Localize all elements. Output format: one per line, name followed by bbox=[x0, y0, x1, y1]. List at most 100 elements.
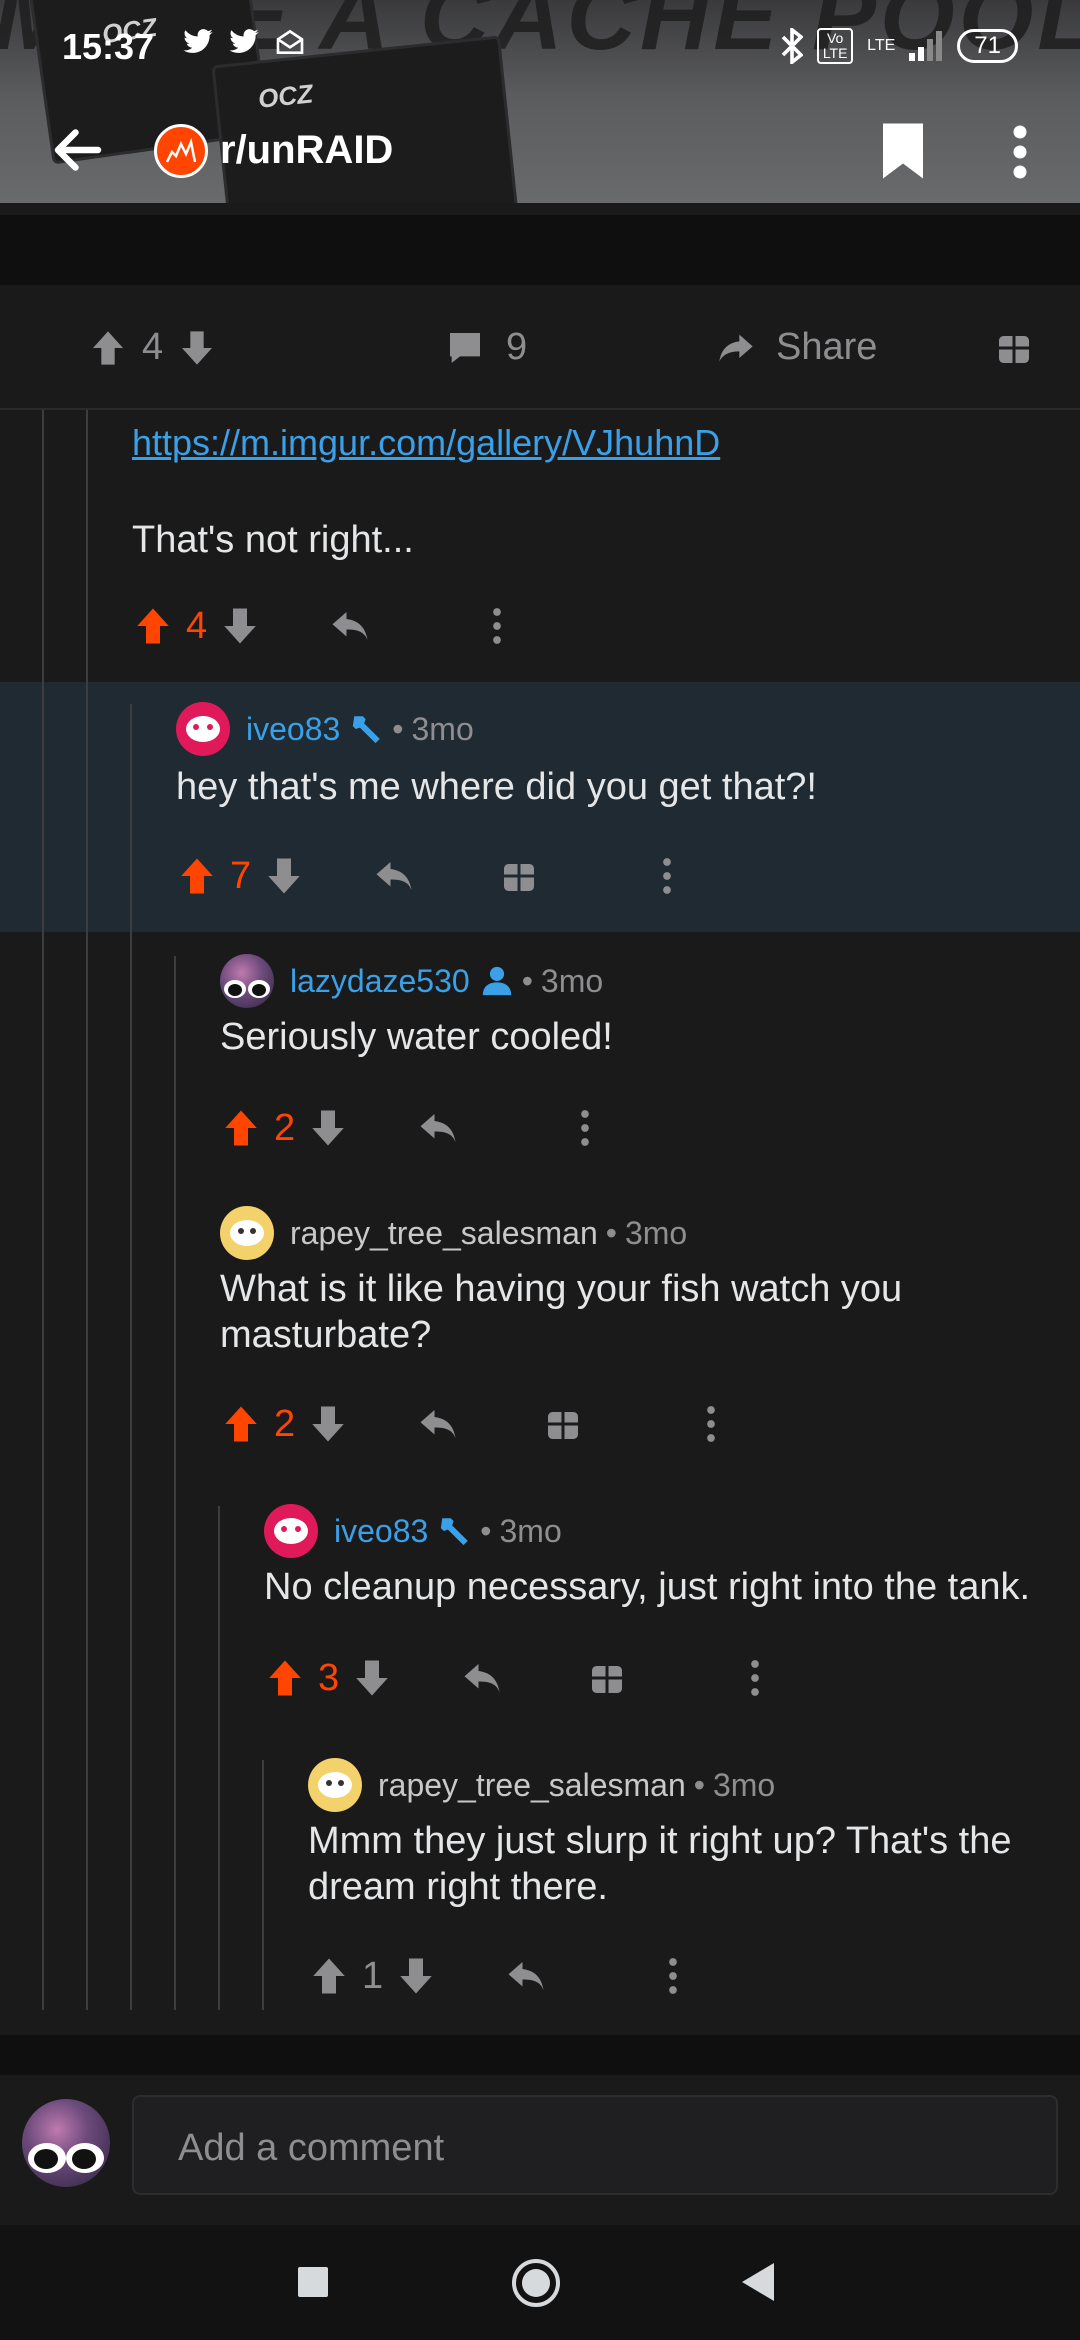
post-comments-button[interactable]: 9 bbox=[444, 285, 527, 410]
upvote-button[interactable] bbox=[264, 1657, 306, 1699]
vote-count: 4 bbox=[186, 604, 208, 647]
comments-thread: https://m.imgur.com/gallery/VJhuhnD That… bbox=[0, 410, 1080, 2035]
more-options-icon[interactable] bbox=[667, 1955, 679, 1997]
avatar[interactable] bbox=[220, 954, 274, 1008]
bluetooth-icon bbox=[781, 28, 804, 64]
thread-line bbox=[130, 704, 132, 2010]
user-icon bbox=[482, 966, 511, 996]
gift-icon[interactable] bbox=[545, 1406, 581, 1442]
comment-username[interactable]: lazydaze530 bbox=[290, 963, 470, 1000]
downvote-button[interactable] bbox=[263, 855, 305, 897]
upvote-button[interactable] bbox=[220, 1107, 262, 1149]
back-button[interactable] bbox=[740, 2261, 776, 2303]
ssd-image-2: OCZ bbox=[211, 35, 519, 215]
reply-icon[interactable] bbox=[417, 1107, 459, 1149]
comment-username[interactable]: rapey_tree_salesman bbox=[290, 1215, 598, 1252]
downvote-button[interactable] bbox=[307, 1107, 349, 1149]
comment-age: 3mo bbox=[712, 1766, 776, 1803]
header-shade bbox=[0, 203, 1080, 215]
downvote-button[interactable] bbox=[395, 1955, 437, 1997]
comment-header: rapey_tree_salesman • 3mo bbox=[308, 1758, 775, 1812]
subreddit-icon[interactable] bbox=[154, 124, 208, 178]
app-header: OR MAKE A CACHE POOL OCZ OCZ 15:37 Vo LT… bbox=[0, 0, 1080, 215]
downvote-button[interactable] bbox=[351, 1657, 393, 1699]
separator bbox=[0, 2035, 1080, 2075]
post-vote-count: 4 bbox=[142, 326, 164, 368]
recents-button[interactable] bbox=[296, 2265, 330, 2299]
reply-icon[interactable] bbox=[461, 1657, 503, 1699]
bookmark-icon[interactable] bbox=[878, 120, 928, 182]
more-options-icon[interactable] bbox=[661, 855, 673, 897]
share-label: Share bbox=[776, 326, 878, 368]
gift-icon[interactable] bbox=[501, 858, 537, 894]
more-options-icon[interactable] bbox=[1000, 122, 1040, 182]
comment-header: iveo83 • 3mo bbox=[176, 702, 474, 756]
comment-actions: 3 bbox=[264, 1648, 761, 1708]
comment-age: 3mo bbox=[540, 962, 604, 999]
separator bbox=[0, 215, 1080, 285]
gift-icon[interactable] bbox=[589, 1660, 625, 1696]
downvote-button[interactable] bbox=[219, 605, 261, 647]
comment-composer: Add a comment bbox=[0, 2075, 1080, 2225]
subreddit-name[interactable]: r/unRAID bbox=[220, 128, 393, 173]
vote-count: 7 bbox=[230, 854, 252, 897]
add-comment-input[interactable]: Add a comment bbox=[132, 2095, 1058, 2195]
notification-icons bbox=[180, 26, 308, 58]
upvote-button[interactable] bbox=[88, 328, 128, 368]
home-button[interactable] bbox=[510, 2257, 562, 2309]
share-icon bbox=[719, 334, 753, 361]
vote-count: 1 bbox=[362, 1954, 384, 1997]
comment-link[interactable]: https://m.imgur.com/gallery/VJhuhnD bbox=[132, 422, 720, 464]
vote-count: 3 bbox=[318, 1656, 340, 1699]
downvote-button[interactable] bbox=[307, 1403, 349, 1445]
reply-icon[interactable] bbox=[417, 1403, 459, 1445]
wrench-icon bbox=[441, 1518, 469, 1546]
lte-label: LTE bbox=[867, 37, 896, 54]
comment-header: iveo83 • 3mo bbox=[264, 1504, 562, 1558]
comment-body: No cleanup necessary, just right into th… bbox=[264, 1566, 1031, 1608]
upvote-button[interactable] bbox=[308, 1955, 350, 1997]
volte-icon: Vo LTE bbox=[817, 28, 854, 64]
avatar[interactable] bbox=[264, 1504, 318, 1558]
twitter-icon bbox=[183, 29, 213, 53]
comment-username[interactable]: iveo83 bbox=[246, 711, 340, 748]
award-button[interactable] bbox=[996, 285, 1032, 410]
chart-icon bbox=[165, 137, 197, 163]
comment-header: rapey_tree_salesman • 3mo bbox=[220, 1206, 687, 1260]
upvote-button[interactable] bbox=[220, 1403, 262, 1445]
wrench-icon bbox=[353, 716, 381, 744]
upvote-button[interactable] bbox=[176, 855, 218, 897]
comment-age: 3mo bbox=[624, 1214, 688, 1251]
thread-line bbox=[86, 410, 88, 2010]
comment-username[interactable]: iveo83 bbox=[334, 1513, 428, 1550]
comment-0: https://m.imgur.com/gallery/VJhuhnD That… bbox=[0, 410, 1080, 680]
reply-icon[interactable] bbox=[373, 855, 415, 897]
user-avatar[interactable] bbox=[22, 2099, 110, 2187]
comment-1: iveo83 • 3mo hey that's me where did you… bbox=[0, 682, 1080, 932]
back-arrow-icon[interactable] bbox=[48, 120, 108, 180]
more-options-icon[interactable] bbox=[749, 1657, 761, 1699]
comment-username[interactable]: rapey_tree_salesman bbox=[378, 1767, 686, 1804]
reply-icon[interactable] bbox=[329, 605, 371, 647]
upvote-button[interactable] bbox=[132, 605, 174, 647]
separator-dot: • bbox=[605, 1214, 617, 1251]
comment-actions: 2 bbox=[220, 1394, 717, 1454]
more-options-icon[interactable] bbox=[705, 1403, 717, 1445]
more-options-icon[interactable] bbox=[579, 1107, 591, 1149]
comment-body: Seriously water cooled! bbox=[220, 1016, 613, 1058]
post-comment-count: 9 bbox=[506, 326, 528, 368]
downvote-button[interactable] bbox=[177, 328, 217, 368]
avatar[interactable] bbox=[308, 1758, 362, 1812]
comment-2: lazydaze530 • 3mo Seriously water cooled… bbox=[0, 934, 1080, 1184]
reply-icon[interactable] bbox=[505, 1955, 547, 1997]
comment-age: 3mo bbox=[499, 1512, 562, 1549]
avatar[interactable] bbox=[176, 702, 230, 756]
more-options-icon[interactable] bbox=[491, 605, 503, 647]
share-button[interactable]: Share bbox=[714, 285, 877, 410]
post-vote-group: 4 bbox=[88, 285, 217, 410]
comment-actions: 2 bbox=[220, 1098, 591, 1158]
comment-actions: 4 bbox=[132, 596, 503, 656]
thread-line bbox=[42, 410, 44, 2010]
system-status: Vo LTE LTE 71 bbox=[781, 28, 1018, 64]
avatar[interactable] bbox=[220, 1206, 274, 1260]
